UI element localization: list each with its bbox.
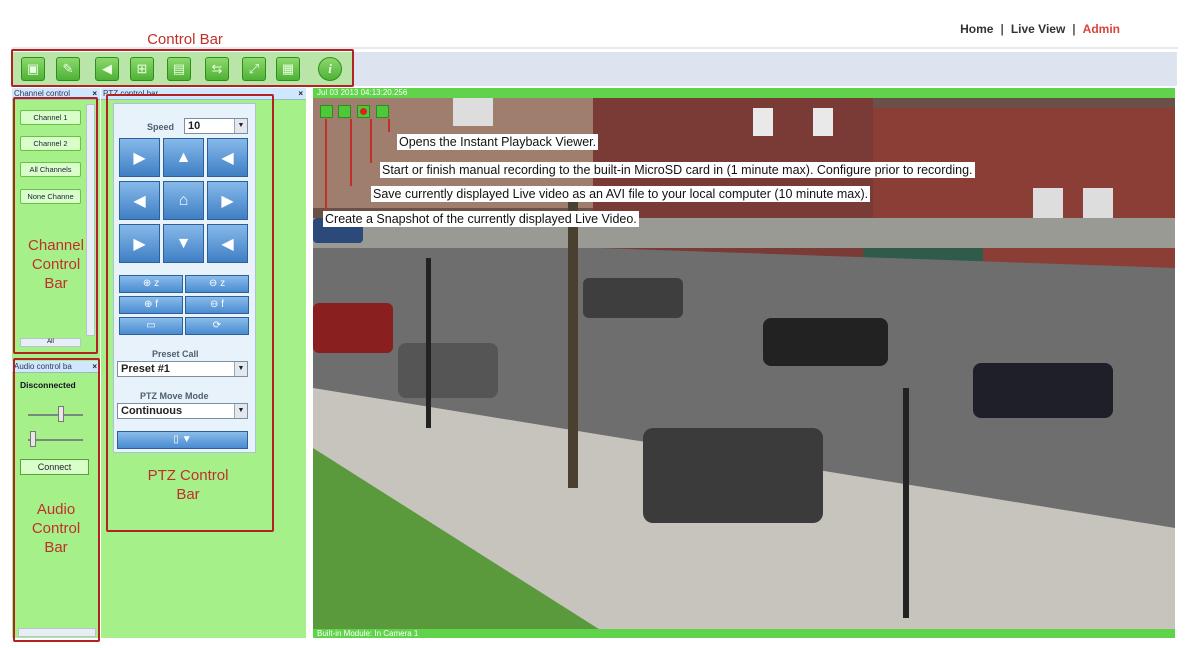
top-nav: Home | Live View | Admin — [960, 22, 1120, 36]
snapshot-callout: Create a Snapshot of the currently displ… — [323, 211, 639, 227]
snapshot-arrow — [325, 119, 327, 211]
control-bar-highlight — [11, 49, 354, 87]
nav-separator: | — [1072, 22, 1076, 36]
avi-callout: Save currently displayed Live video as a… — [371, 186, 871, 202]
playback-icon[interactable] — [376, 105, 389, 118]
audio-control-highlight — [13, 358, 100, 642]
save-avi-icon[interactable] — [338, 105, 351, 118]
nav-separator: | — [1000, 22, 1004, 36]
playback-callout: Opens the Instant Playback Viewer. — [397, 134, 599, 150]
channel-control-highlight — [13, 97, 98, 354]
record-callout: Start or finish manual recording to the … — [380, 162, 975, 178]
record-dot-icon — [360, 108, 367, 115]
avi-arrow — [350, 119, 352, 186]
close-icon[interactable]: × — [298, 88, 303, 100]
record-arrow — [370, 119, 372, 163]
record-icon[interactable] — [357, 105, 370, 118]
nav-live-view-link[interactable]: Live View — [1011, 22, 1065, 36]
snapshot-icon[interactable] — [320, 105, 333, 118]
control-bar-annotation: Control Bar — [147, 31, 223, 48]
video-status-bar: Jul 03 2013 04:13:20.256 — [313, 88, 1175, 98]
playback-arrow — [388, 119, 390, 132]
video-footer-bar: Built-in Module: In Camera 1 — [313, 629, 1175, 638]
page: Home | Live View | Admin Control Bar ▣ ✎ ◀ ⊞… — [0, 0, 1190, 648]
nav-home-link[interactable]: Home — [960, 22, 993, 36]
nav-admin-link[interactable]: Admin — [1083, 22, 1120, 36]
live-video-view[interactable]: Jul 03 2013 04:13:20.256 Built-in Module… — [313, 88, 1175, 638]
ptz-control-highlight — [106, 94, 274, 532]
